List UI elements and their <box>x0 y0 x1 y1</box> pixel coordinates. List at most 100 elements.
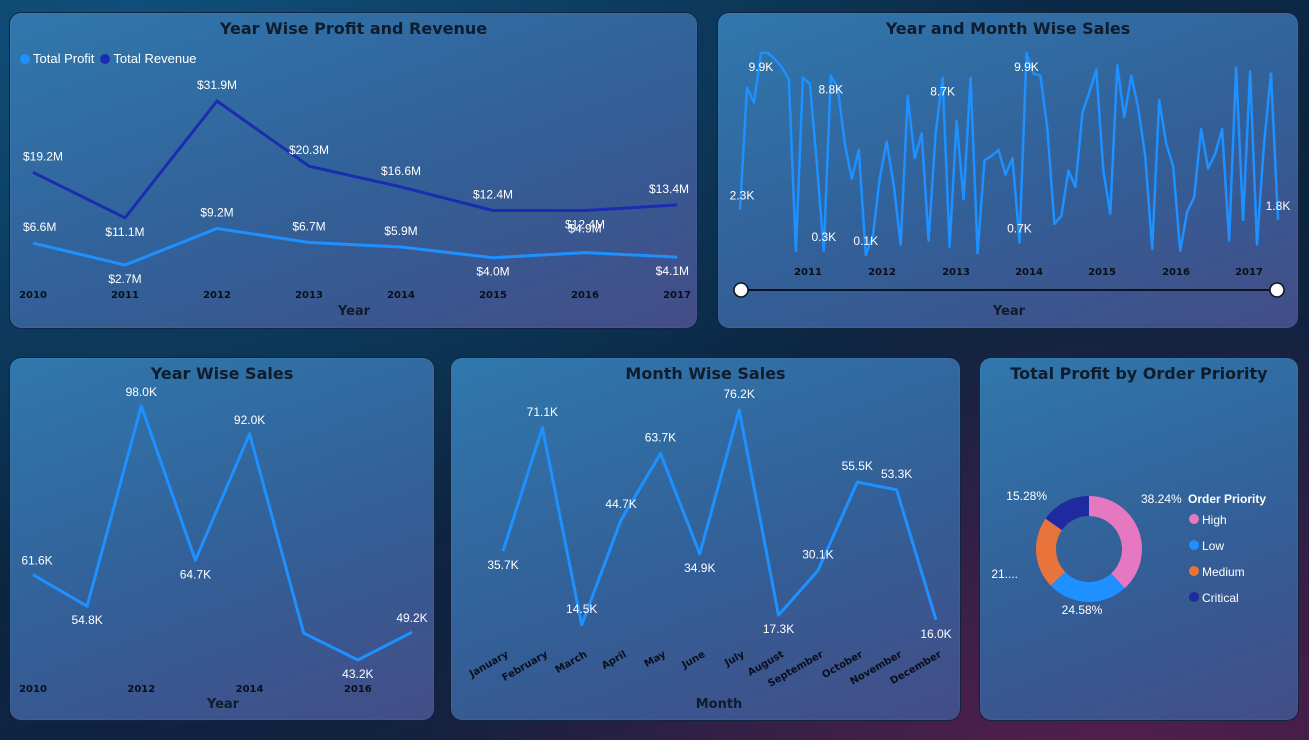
legend-label[interactable]: High <box>1202 513 1227 527</box>
data-label: 0.7K <box>1007 222 1032 236</box>
year-sales-card: Year Wise Sales 61.6K 54.8K 98.0K 64.7K 92.0… <box>9 357 435 721</box>
data-label: 8.7K <box>930 85 955 99</box>
x-tick-label: 2014 <box>387 290 415 301</box>
x-tick-label: 2013 <box>942 267 970 278</box>
month-sales-card: Month Wise Sales 35.7K 71.1K 14.5K 44.7K 63.… <box>450 357 961 721</box>
data-label: 61.6K <box>21 554 52 568</box>
data-label: $13.4M <box>649 182 689 196</box>
x-axis-title: Year <box>992 304 1026 319</box>
data-label: 76.2K <box>724 387 755 401</box>
data-label: 35.7K <box>487 558 518 572</box>
data-label: 8.8K <box>818 83 843 97</box>
data-label: $6.7M <box>292 220 325 234</box>
x-tick-label: 2016 <box>571 290 599 301</box>
data-label: 14.5K <box>566 602 597 616</box>
data-label: $9.2M <box>200 205 233 219</box>
data-label: 17.3K <box>763 622 794 636</box>
year-sales-chart: 61.6K 54.8K 98.0K 64.7K 92.0K 43.2K 49.2K 2010 2… <box>19 385 428 712</box>
slice-label: 38.24% <box>1141 492 1182 506</box>
data-label: 53.3K <box>881 467 912 481</box>
data-label: 2.3K <box>730 189 755 203</box>
x-tick-label: 2014 <box>1015 267 1043 278</box>
x-tick-label: June <box>680 649 708 672</box>
x-tick-label: May <box>643 649 669 670</box>
slice-label: 21.... <box>991 567 1018 581</box>
x-tick-label: 2011 <box>794 267 822 278</box>
data-label: $19.2M <box>23 149 63 163</box>
x-tick-label: 2010 <box>19 684 47 695</box>
data-label: 9.9K <box>1014 60 1039 74</box>
data-label: 63.7K <box>645 431 676 445</box>
data-label: $16.6M <box>381 164 421 178</box>
x-tick-label: 2014 <box>236 684 264 695</box>
legend-label[interactable]: Low <box>1202 539 1224 553</box>
data-label: 30.1K <box>802 548 833 562</box>
year-month-card: Year and Month Wise Sales 2.3K 9.9K 0.3K 8.… <box>717 12 1299 329</box>
series-line-sales <box>501 408 938 627</box>
legend-title: Order Priority <box>1188 492 1266 506</box>
data-label: $11.1M <box>105 225 144 239</box>
legend-dot <box>1189 540 1199 550</box>
data-label: $2.7M <box>108 272 141 286</box>
x-tick-label: 2010 <box>19 290 47 301</box>
profit-revenue-card: Year Wise Profit and Revenue Total Profi… <box>9 12 698 329</box>
data-label: $4.1M <box>656 264 689 278</box>
x-tick-label: 2012 <box>203 290 231 301</box>
x-tick-label: April <box>600 649 629 672</box>
data-label: 34.9K <box>684 561 715 575</box>
data-label: 49.2K <box>396 611 427 625</box>
x-tick-label: February <box>501 649 551 684</box>
data-label: $4.0M <box>476 265 509 279</box>
x-axis-title: Year <box>337 304 371 319</box>
x-tick-label: 2017 <box>1235 267 1263 278</box>
donut-slice-low[interactable] <box>1050 571 1125 602</box>
legend-dot <box>1189 592 1199 602</box>
donut-slice-high[interactable] <box>1089 496 1142 589</box>
data-label: 9.9K <box>749 60 774 74</box>
priority-card: Total Profit by Order Priority 38.24% 24.… <box>979 357 1299 721</box>
series-line-revenue <box>32 99 678 220</box>
x-tick-label: 2016 <box>344 684 372 695</box>
slice-label: 15.28% <box>1006 489 1047 503</box>
data-label: $12.4M <box>565 218 605 232</box>
x-tick-label: 2012 <box>127 684 155 695</box>
data-label: 44.7K <box>605 497 636 511</box>
legend-dot <box>1189 514 1199 524</box>
data-label: $20.3M <box>289 143 329 157</box>
legend-label[interactable]: Medium <box>1202 565 1245 579</box>
x-tick-label: 2011 <box>111 290 139 301</box>
priority-donut-chart: 38.24% 24.58% 21.... 15.28% Order Priority Hi… <box>991 489 1266 617</box>
legend-label[interactable]: Critical <box>1202 591 1239 605</box>
x-tick-label: 2017 <box>663 290 691 301</box>
x-tick-label: 2016 <box>1162 267 1190 278</box>
data-label: 71.1K <box>527 405 558 419</box>
data-label: 0.3K <box>812 230 837 244</box>
x-axis-title: Year <box>206 697 240 712</box>
data-label: 0.1K <box>853 234 878 248</box>
data-label: 16.0K <box>920 627 951 641</box>
x-tick-label: July <box>722 649 747 670</box>
data-label: 54.8K <box>71 613 102 627</box>
data-label: 64.7K <box>180 567 211 581</box>
data-label: $6.6M <box>23 220 56 234</box>
x-tick-label: 2015 <box>1088 267 1116 278</box>
month-sales-chart: 35.7K 71.1K 14.5K 44.7K 63.7K 34.9K 76.2K 17.3K… <box>467 387 952 712</box>
profit-revenue-chart: $6.6M$2.7M$9.2M$6.7M $5.9M$4.0M$4.9M$4.1M… <box>19 78 691 319</box>
data-label: $5.9M <box>384 224 417 238</box>
x-axis-title: Month <box>696 697 743 712</box>
legend-dot <box>1189 566 1199 576</box>
slice-label: 24.58% <box>1062 603 1103 617</box>
year-slider-start-handle[interactable] <box>733 282 749 298</box>
data-label: 43.2K <box>342 667 373 681</box>
data-label: 92.0K <box>234 413 265 427</box>
year-month-chart: 2.3K 9.9K 0.3K 8.8K 0.1K 8.7K 0.7K 9.9K 1.8K 2011… <box>730 51 1290 319</box>
data-label: 98.0K <box>126 385 157 399</box>
data-label: $31.9M <box>197 78 237 92</box>
x-tick-label: 2015 <box>479 290 507 301</box>
year-slider-end-handle[interactable] <box>1269 282 1285 298</box>
x-tick-label: March <box>554 649 590 676</box>
data-label: 55.5K <box>842 459 873 473</box>
x-tick-label: 2013 <box>295 290 323 301</box>
data-label: $12.4M <box>473 188 513 202</box>
x-tick-label: 2012 <box>868 267 896 278</box>
